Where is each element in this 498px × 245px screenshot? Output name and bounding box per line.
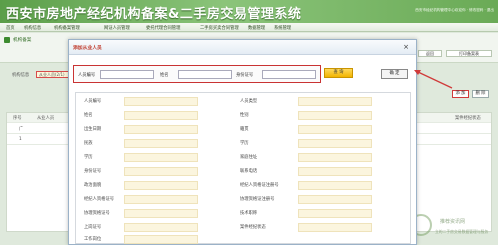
field-value — [124, 111, 198, 120]
field-value — [124, 195, 198, 204]
field-value — [298, 181, 372, 190]
header-cell: 从业人员 — [37, 116, 55, 121]
field-label: 家庭住址 — [240, 155, 258, 160]
field-value — [124, 167, 198, 176]
field-value — [124, 181, 198, 190]
confirm-button[interactable]: 确 定 — [381, 69, 408, 79]
field-value — [298, 97, 372, 106]
field-value — [298, 209, 372, 218]
field-label: 经纪人资格证号 — [84, 197, 115, 202]
delete-staff-button[interactable]: 删 除 — [472, 90, 489, 98]
staff-id-input[interactable] — [100, 70, 154, 79]
home-icon — [4, 37, 10, 43]
field-label: 协理资格证号 — [84, 211, 110, 216]
search-card-label: 身份证号 — [236, 73, 254, 78]
side-label: 机构信息 — [12, 73, 30, 78]
dialog-header: 添加从业人员 × — [69, 40, 416, 55]
field-value — [298, 153, 372, 162]
field-label: 出生日期 — [84, 127, 102, 132]
field-value — [298, 167, 372, 176]
field-label: 经纪人资格证注册号 — [240, 183, 279, 188]
print-button[interactable]: 打印备案表 — [446, 50, 492, 57]
user-info[interactable]: 西安市经纪机构管理中心欢迎你 · 修改密码 · 退出 — [415, 8, 494, 13]
field-label: 联系电话 — [240, 169, 258, 174]
field-label: 技术职称 — [240, 211, 258, 216]
nav-item-home[interactable]: 首页 — [6, 25, 15, 31]
field-value — [298, 223, 372, 232]
nav-item-data[interactable]: 数据管理 — [248, 25, 265, 31]
nav-item-system[interactable]: 系统管理 — [274, 25, 291, 31]
field-label: 学历 — [84, 155, 93, 160]
field-label: 案件经纪状态 — [240, 225, 266, 230]
header-cell: 序号 — [13, 116, 22, 121]
field-value — [124, 209, 198, 218]
field-label: 籍贯 — [240, 127, 249, 132]
nav-item-agency-contract[interactable]: 委托代理合同管理 — [146, 25, 180, 31]
staff-detail-form: 人员编号 姓名 出生日期 民族 学历 身份证号 政治面貌 经纪人资格证号 协理资… — [75, 92, 411, 244]
field-value — [298, 111, 372, 120]
field-value — [124, 139, 198, 148]
search-form: 人员编号 姓名 身份证号 — [73, 65, 321, 83]
query-button[interactable]: 查 询 — [324, 68, 353, 78]
staff-tab[interactable]: 从业人员(2/1) — [36, 71, 72, 78]
field-value — [298, 195, 372, 204]
nav-item-sale-contract[interactable]: 二手房买卖合同管理 — [200, 25, 239, 31]
field-label: 身份证号 — [84, 169, 102, 174]
field-value — [298, 125, 372, 134]
field-label: 姓名 — [84, 113, 93, 118]
table-cell: 1 — [19, 137, 22, 142]
field-label: 性别 — [240, 113, 249, 118]
field-label: 工作岗位 — [84, 237, 102, 242]
watermark-subtext: 立的二手房交易数据管理与服务 — [435, 229, 489, 234]
field-label: 学历 — [240, 141, 249, 146]
field-value — [124, 235, 198, 244]
table-cell: 广 — [19, 127, 24, 132]
page-title: 机构备案 — [13, 38, 32, 43]
field-label: 人员编号 — [84, 99, 102, 104]
field-label: 协理资格证注册号 — [240, 197, 275, 202]
add-staff-button[interactable]: 添 加 — [452, 90, 469, 98]
field-value — [124, 223, 198, 232]
field-value — [124, 125, 198, 134]
search-name-label: 姓名 — [160, 73, 169, 78]
watermark-text: 推荐资讯网 — [440, 219, 466, 225]
id-card-input[interactable] — [262, 70, 316, 79]
back-button[interactable]: 返回 — [418, 50, 442, 57]
add-staff-dialog: 添加从业人员 × 人员编号 姓名 身份证号 查 询 确 定 人员编号 姓名 出生… — [68, 39, 417, 245]
dialog-title: 添加从业人员 — [73, 46, 102, 51]
field-label: 政治面貌 — [84, 183, 102, 188]
field-value — [124, 97, 198, 106]
nav-item-staff[interactable]: 网证人员管理 — [104, 25, 130, 31]
staff-name-input[interactable] — [178, 70, 232, 79]
nav-item-agency-info[interactable]: 机构信息 — [24, 25, 41, 31]
close-icon[interactable]: × — [403, 43, 409, 51]
field-label: 民族 — [84, 141, 93, 146]
nav-item-agency-record[interactable]: 机构备案管理 — [54, 25, 80, 31]
header-cell: 案件经纪状态 — [455, 116, 481, 121]
field-value — [298, 139, 372, 148]
top-navigation: 首页 机构信息 机构备案管理 网证人员管理 委托代理合同管理 二手房买卖合同管理… — [0, 23, 498, 32]
app-title: 西安市房地产经纪机构备案&二手房交易管理系统 — [6, 7, 302, 22]
field-label: 人员类型 — [240, 99, 258, 104]
field-value — [124, 153, 198, 162]
search-id-label: 人员编号 — [78, 73, 96, 78]
app-banner: 西安市房地产经纪机构备案&二手房交易管理系统 西安市经纪机构管理中心欢迎你 · … — [0, 0, 498, 23]
field-label: 上岗证号 — [84, 225, 102, 230]
